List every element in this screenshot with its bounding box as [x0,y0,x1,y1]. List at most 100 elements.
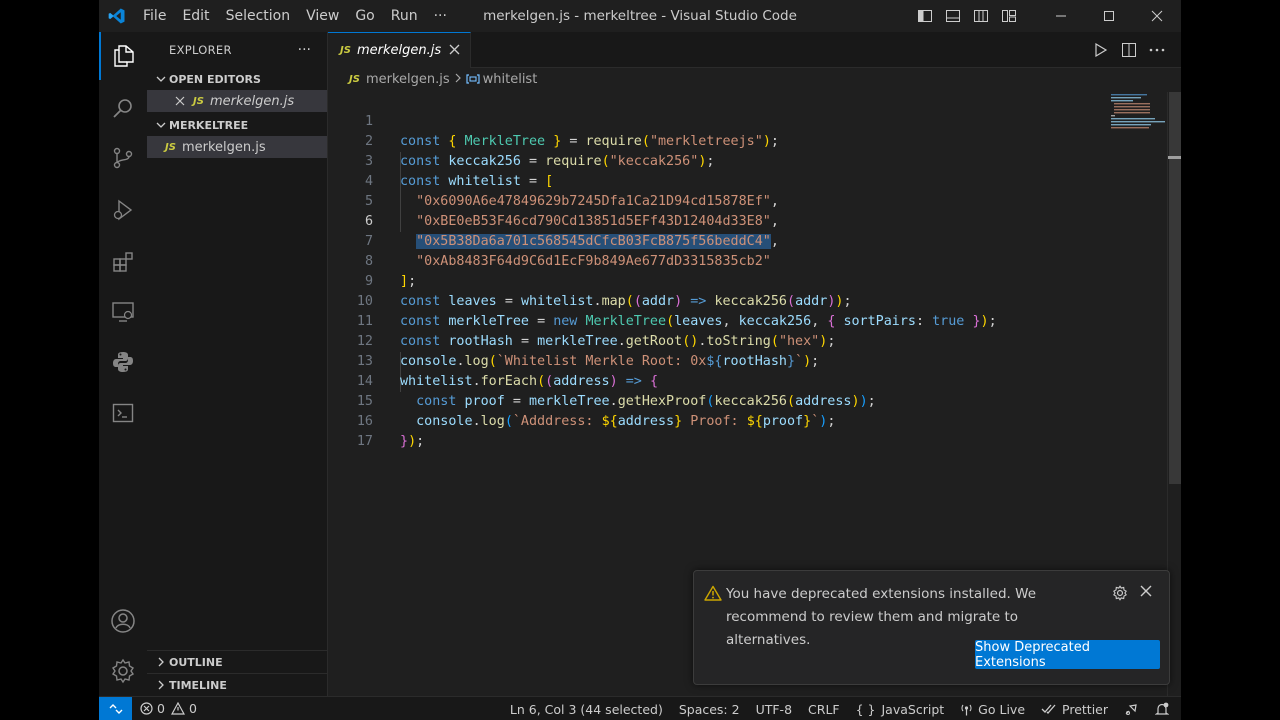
accounts-icon[interactable] [99,597,147,645]
outline-header[interactable]: OUTLINE [147,650,327,673]
explorer-icon[interactable] [99,32,147,80]
notification-close-icon[interactable] [1140,585,1152,601]
warning-icon [704,585,722,605]
search-icon[interactable] [99,84,147,132]
deprecated-extensions-notification: You have deprecated extensions installed… [693,570,1170,685]
warning-count: 0 [188,701,197,716]
feedback-icon[interactable] [1116,697,1147,720]
notifications-bell-icon[interactable] [1147,697,1177,720]
menu-selection[interactable]: Selection [218,0,299,32]
minimap[interactable] [1107,92,1167,132]
end-of-line[interactable]: CRLF [800,697,848,720]
chevron-right-icon [153,680,169,690]
language-mode[interactable]: { } JavaScript [848,697,953,720]
source-control-icon[interactable] [99,134,147,182]
remote-indicator-icon[interactable] [99,696,132,720]
menu-view[interactable]: View [298,0,347,32]
open-editor-item[interactable]: JS merkelgen.js [147,90,327,112]
code-line-15: 15 console.log(`Adddress: ${address} Pro… [328,372,1168,429]
status-bar: 0 0 Ln 6, Col 3 (44 selected) Spaces: 2 … [99,696,1181,720]
js-file-icon: JS [165,141,176,153]
prettier-status[interactable]: Prettier [1033,697,1116,720]
folder-label: MERKELTREE [169,118,249,132]
js-file-icon: JS [349,73,360,85]
show-deprecated-extensions-button[interactable]: Show Deprecated Extensions [975,640,1160,670]
code-line-4: 4 "0x6090A6e47849629b7245Dfa1Ca21D94cd15… [328,152,1168,209]
chevron-down-icon [153,74,169,84]
timeline-header[interactable]: TIMELINE [147,673,327,696]
maximize-icon[interactable] [1085,0,1133,32]
customize-layout-icon[interactable] [995,0,1023,32]
problems-indicator[interactable]: 0 0 [132,697,205,720]
code-line-10: 10 const merkleTree = new MerkleTree(lea… [328,272,1168,329]
variable-symbol-icon [466,73,480,85]
chevron-down-icon [153,120,169,130]
notification-settings-gear-icon[interactable] [1112,585,1128,605]
token: } [400,434,409,449]
manage-gear-icon[interactable] [99,647,147,695]
minimize-icon[interactable] [1037,0,1085,32]
editor-more-actions-icon[interactable] [1143,32,1171,68]
open-editor-filename: merkelgen.js [209,93,295,109]
vscode-logo-icon [99,0,135,32]
extensions-icon[interactable] [99,238,147,286]
terminal-icon[interactable] [99,389,147,437]
close-tab-icon[interactable] [449,43,460,59]
code-line-7: 7 "0xAb8483F64d9C6d1EcF9b849Ae677dD33158… [328,212,1168,269]
token: ) [408,434,417,449]
encoding[interactable]: UTF-8 [748,697,800,720]
toggle-primary-sidebar-icon[interactable] [911,0,939,32]
menu-more[interactable]: ··· [426,0,455,32]
code-line-2: 2 const keccak256 = require("keccak256")… [328,112,1168,169]
close-window-icon[interactable] [1133,0,1181,32]
braces-icon: { } [855,701,876,717]
split-editor-icon[interactable] [1115,32,1143,68]
code-line-3: 3 const whitelist = [ [328,132,1168,189]
run-file-icon[interactable] [1087,32,1115,68]
tab-merkelgen[interactable]: JS merkelgen.js [328,32,472,68]
code-line-12: 12 console.log(`Whitelist Merkle Root: 0… [328,312,1168,369]
code-line-1: 1 const { MerkleTree } = require("merkle… [328,92,1168,149]
activity-bar [99,32,147,696]
editor-tabs: JS merkelgen.js [328,32,1181,68]
toggle-panel-icon[interactable] [939,0,967,32]
scrollbar-thumb[interactable] [1169,92,1181,484]
language-label: JavaScript [881,701,945,717]
indentation[interactable]: Spaces: 2 [671,697,748,720]
js-file-icon: JS [193,95,204,107]
open-editors-label: OPEN EDITORS [169,72,261,86]
broadcast-icon [960,703,973,716]
remote-explorer-icon[interactable] [99,288,147,336]
js-file-icon: JS [340,45,351,56]
sidebar-more-actions[interactable]: ··· [298,42,311,58]
breadcrumb-symbol[interactable]: whitelist [483,72,538,87]
vscode-window: File Edit Selection View Go Run ··· merk… [99,0,1181,720]
go-live-label: Go Live [978,701,1026,717]
line-number: 17 [356,434,373,449]
run-debug-icon[interactable] [99,186,147,234]
tab-label: merkelgen.js [356,43,442,58]
menu-go[interactable]: Go [347,0,382,32]
double-check-icon [1041,703,1057,715]
menu-run[interactable]: Run [383,0,426,32]
code-line-14: 14 const proof = merkleTree.getHexProof(… [328,352,1168,409]
cursor-position[interactable]: Ln 6, Col 3 (44 selected) [502,697,671,720]
breadcrumb-file[interactable]: merkelgen.js [366,72,450,87]
breadcrumb: JS merkelgen.js whitelist [328,68,1181,90]
open-editors-header[interactable]: OPEN EDITORS [147,68,327,90]
merkeltree-folder-header[interactable]: MERKELTREE [147,114,327,136]
toggle-secondary-sidebar-icon[interactable] [967,0,995,32]
close-editor-icon[interactable] [175,96,185,106]
selection-marker [1168,156,1181,159]
code-line-9: 9 const leaves = whitelist.map((addr) =>… [328,252,1168,309]
code-line-8: 8 ]; [328,232,1168,289]
menu-file[interactable]: File [135,0,174,32]
go-live-button[interactable]: Go Live [952,697,1033,720]
code-line-13: 13 whitelist.forEach((address) => { [328,332,1168,389]
python-icon[interactable] [99,338,147,386]
explorer-file-item[interactable]: JS merkelgen.js [147,136,327,158]
code-line-6: 6 "0x5B38Da6a701c568545dCfcB03FcB875f56b… [328,192,1168,249]
menu-edit[interactable]: Edit [174,0,217,32]
timeline-label: TIMELINE [169,678,227,692]
title-bar: File Edit Selection View Go Run ··· merk… [99,0,1181,32]
